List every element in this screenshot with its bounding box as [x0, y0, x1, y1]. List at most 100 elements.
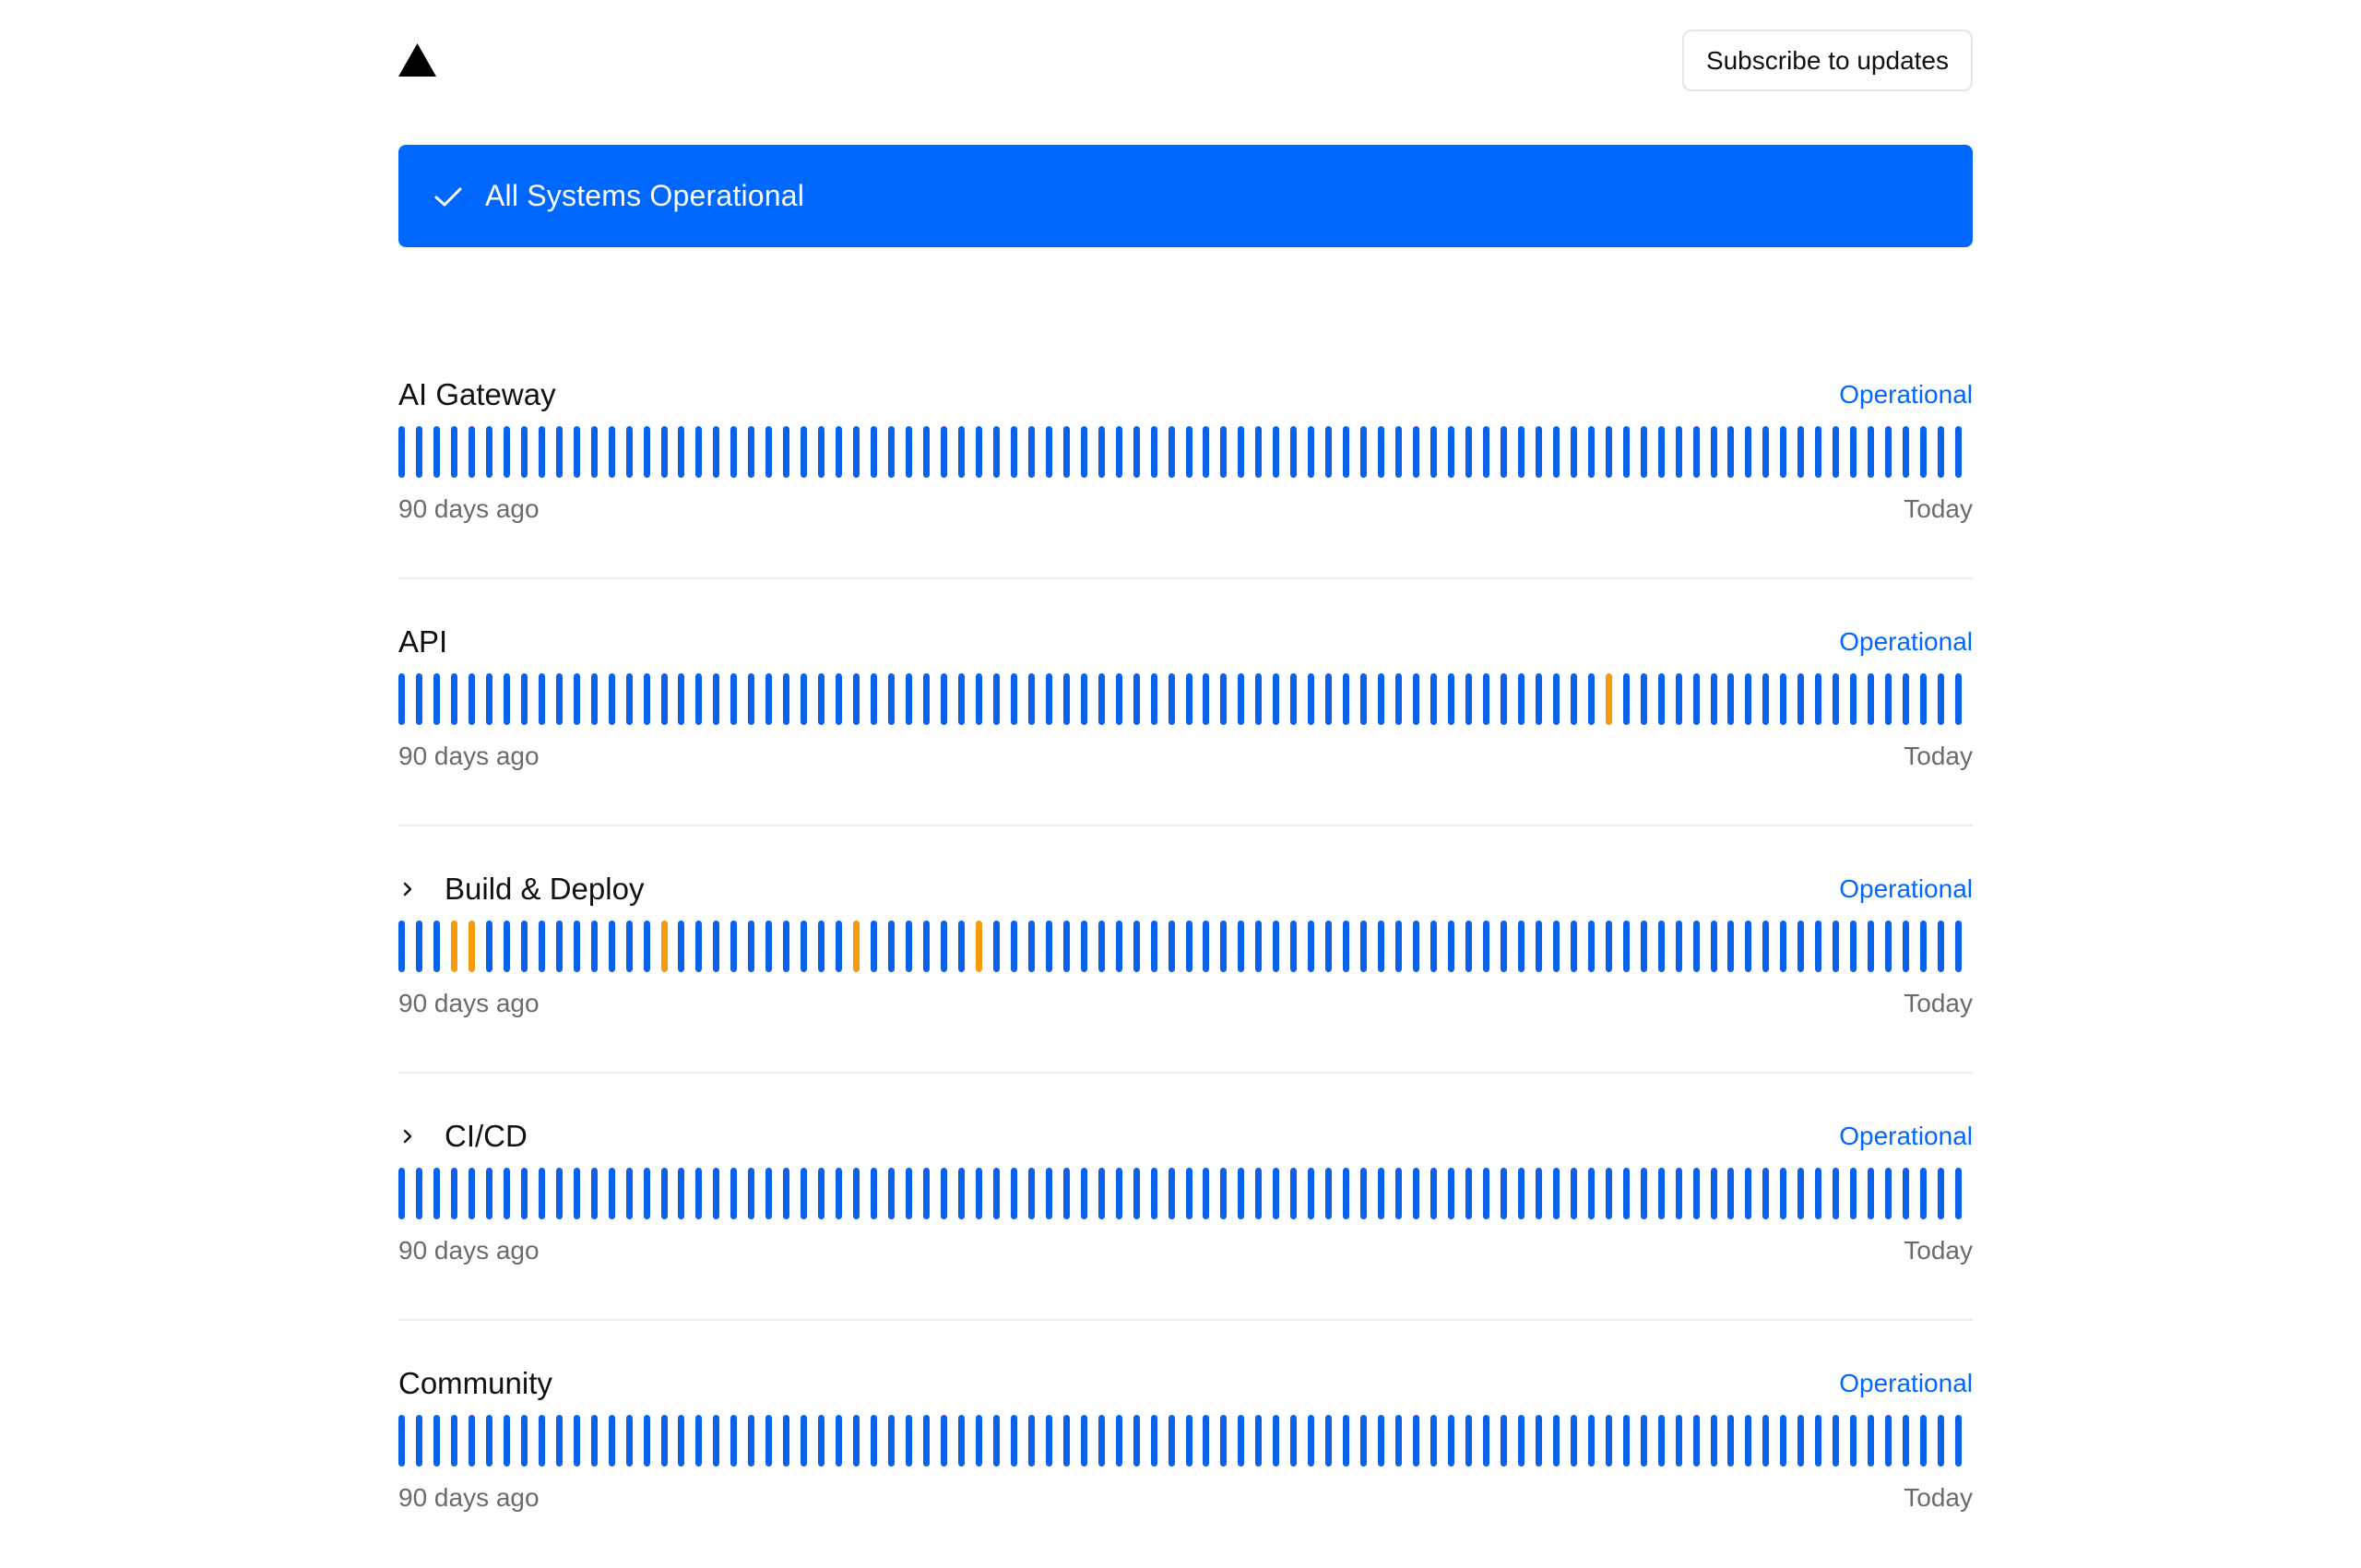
uptime-day-bar[interactable] — [1657, 921, 1665, 972]
uptime-day-bar[interactable] — [992, 1415, 1000, 1467]
uptime-day-bar[interactable] — [713, 673, 720, 725]
vercel-triangle-icon[interactable] — [398, 43, 436, 77]
uptime-day-bar[interactable] — [1920, 1415, 1928, 1467]
uptime-day-bar[interactable] — [1482, 1168, 1489, 1219]
uptime-day-bar[interactable] — [1290, 1415, 1298, 1467]
uptime-day-bar[interactable] — [1710, 673, 1717, 725]
uptime-day-bar[interactable] — [1727, 673, 1735, 725]
uptime-day-bar[interactable] — [608, 673, 615, 725]
uptime-day-bar[interactable] — [590, 673, 598, 725]
uptime-day-bar[interactable] — [1413, 1168, 1420, 1219]
uptime-day-bar[interactable] — [992, 1168, 1000, 1219]
uptime-day-bar[interactable] — [1133, 673, 1140, 725]
uptime-day-bar[interactable] — [1815, 673, 1822, 725]
uptime-day-bar[interactable] — [1027, 673, 1035, 725]
uptime-day-bar[interactable] — [1955, 921, 1963, 972]
uptime-day-bar[interactable] — [433, 1415, 440, 1467]
uptime-day-bar[interactable] — [975, 1168, 982, 1219]
uptime-day-bar[interactable] — [1045, 426, 1052, 478]
uptime-day-bar[interactable] — [1203, 1415, 1210, 1467]
uptime-day-bar[interactable] — [1448, 673, 1454, 725]
uptime-day-bar[interactable] — [643, 1168, 650, 1219]
uptime-day-bar[interactable] — [1325, 673, 1333, 725]
uptime-day-bar[interactable] — [1903, 673, 1910, 725]
uptime-day-bar[interactable] — [625, 673, 633, 725]
uptime-day-bar[interactable] — [485, 1415, 492, 1467]
uptime-day-bar[interactable] — [888, 1415, 896, 1467]
uptime-day-bar[interactable] — [1640, 921, 1647, 972]
uptime-day-bar[interactable] — [765, 1415, 773, 1467]
uptime-day-bar[interactable] — [1517, 673, 1525, 725]
uptime-day-bar[interactable] — [1727, 1415, 1735, 1467]
uptime-day-bar[interactable] — [888, 1168, 896, 1219]
uptime-day-bar[interactable] — [590, 1415, 598, 1467]
uptime-day-bar[interactable] — [1308, 921, 1315, 972]
uptime-day-bar[interactable] — [748, 921, 755, 972]
uptime-day-bar[interactable] — [538, 426, 545, 478]
uptime-day-bar[interactable] — [573, 921, 580, 972]
uptime-day-bar[interactable] — [1745, 1168, 1752, 1219]
uptime-day-bar[interactable] — [1027, 921, 1035, 972]
uptime-day-bar[interactable] — [1500, 1168, 1507, 1219]
uptime-day-bar[interactable] — [1220, 1415, 1228, 1467]
uptime-day-bar[interactable] — [1045, 921, 1052, 972]
uptime-day-bar[interactable] — [713, 1415, 720, 1467]
uptime-day-bar[interactable] — [1045, 1168, 1052, 1219]
uptime-day-bar[interactable] — [992, 673, 1000, 725]
uptime-day-bar[interactable] — [836, 1168, 843, 1219]
uptime-day-bar[interactable] — [871, 673, 878, 725]
uptime-day-bar[interactable] — [1622, 1415, 1630, 1467]
uptime-day-bar[interactable] — [1727, 921, 1735, 972]
uptime-day-bar[interactable] — [1395, 426, 1403, 478]
uptime-day-bar[interactable] — [398, 1415, 405, 1467]
uptime-day-bar[interactable] — [1150, 426, 1157, 478]
uptime-day-bar[interactable] — [643, 921, 650, 972]
uptime-day-bar[interactable] — [1780, 1415, 1787, 1467]
uptime-day-bar[interactable] — [1675, 1415, 1682, 1467]
uptime-day-bar[interactable] — [1115, 1415, 1122, 1467]
uptime-day-bar[interactable] — [1133, 426, 1140, 478]
uptime-day-bar[interactable] — [1622, 1168, 1630, 1219]
uptime-day-bar[interactable] — [1308, 673, 1315, 725]
uptime-day-bar[interactable] — [748, 1168, 755, 1219]
uptime-day-bar[interactable] — [608, 426, 615, 478]
uptime-day-bar[interactable] — [1097, 921, 1105, 972]
uptime-day-bar[interactable] — [1220, 673, 1228, 725]
uptime-day-bar[interactable] — [1378, 426, 1385, 478]
uptime-day-bar[interactable] — [485, 921, 492, 972]
uptime-day-bar[interactable] — [1762, 1415, 1770, 1467]
uptime-day-bar[interactable] — [1885, 1168, 1892, 1219]
uptime-day-bar[interactable] — [923, 1415, 930, 1467]
uptime-day-bar[interactable] — [713, 921, 720, 972]
uptime-day-bar[interactable] — [660, 673, 668, 725]
uptime-day-bar[interactable] — [1535, 921, 1542, 972]
uptime-day-bar[interactable] — [1710, 426, 1717, 478]
uptime-day-bar[interactable] — [1938, 1168, 1945, 1219]
uptime-day-bar[interactable] — [1168, 921, 1175, 972]
uptime-day-bar[interactable] — [503, 1415, 510, 1467]
uptime-day-bar[interactable] — [1360, 1415, 1368, 1467]
uptime-day-bar[interactable] — [1622, 426, 1630, 478]
uptime-day-bar[interactable] — [888, 426, 896, 478]
uptime-day-bar[interactable] — [765, 673, 773, 725]
uptime-day-bar[interactable] — [1605, 921, 1612, 972]
component-title-wrap[interactable]: Build & Deploy — [398, 871, 644, 908]
uptime-day-bar[interactable] — [1833, 426, 1840, 478]
uptime-day-bar[interactable] — [1552, 1168, 1560, 1219]
uptime-day-bar[interactable] — [1062, 426, 1070, 478]
uptime-day-bar[interactable] — [678, 921, 685, 972]
uptime-day-bar[interactable] — [1168, 426, 1175, 478]
uptime-day-bar[interactable] — [1710, 1415, 1717, 1467]
uptime-day-bar[interactable] — [1903, 1415, 1910, 1467]
uptime-day-bar[interactable] — [801, 673, 808, 725]
uptime-day-bar[interactable] — [1097, 673, 1105, 725]
uptime-day-bar[interactable] — [1745, 1415, 1752, 1467]
uptime-day-bar[interactable] — [695, 426, 703, 478]
uptime-day-bar[interactable] — [1378, 673, 1385, 725]
uptime-day-bar[interactable] — [625, 921, 633, 972]
uptime-day-bar[interactable] — [625, 1168, 633, 1219]
uptime-day-bar[interactable] — [468, 1415, 475, 1467]
uptime-day-bar[interactable] — [1185, 673, 1192, 725]
uptime-day-bar-degraded[interactable] — [1605, 673, 1612, 725]
uptime-day-bar[interactable] — [1360, 426, 1368, 478]
